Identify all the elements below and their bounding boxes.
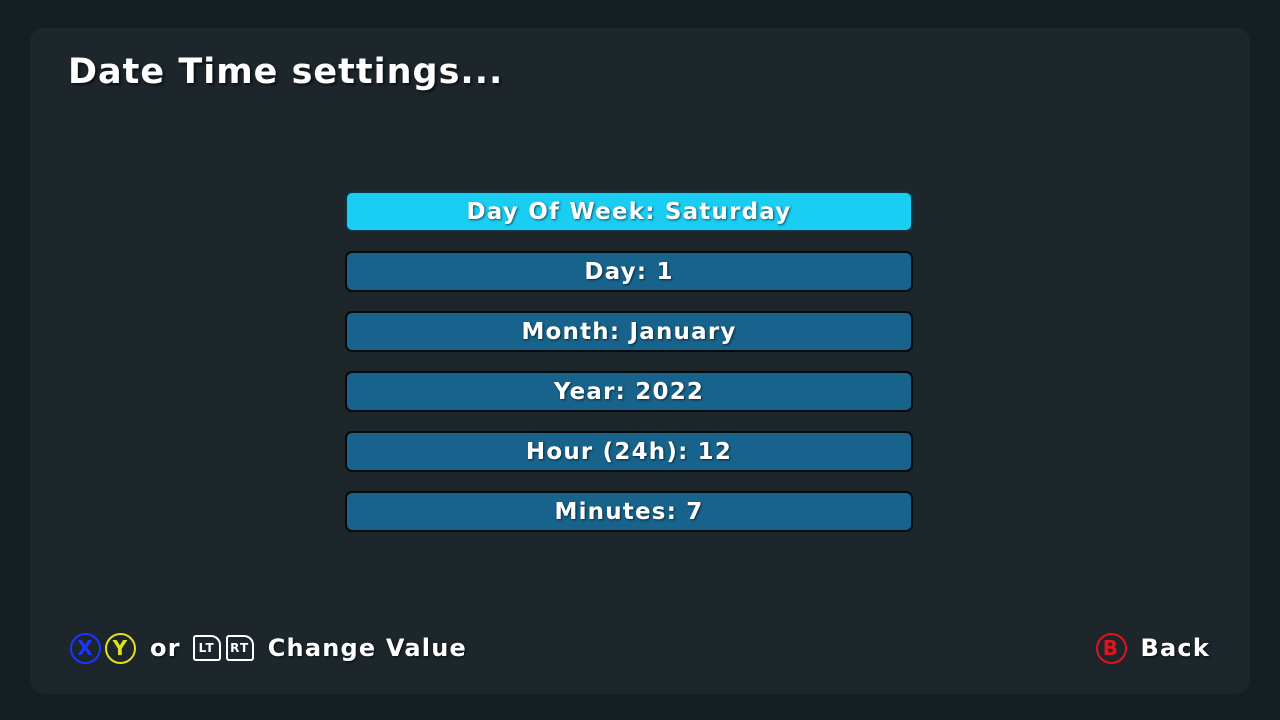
screen: Date Time settings... Day Of Week: Satur… — [0, 0, 1280, 720]
x-button-icon: X — [70, 632, 101, 664]
or-text: or — [150, 634, 181, 662]
menu-item-year[interactable]: Year: 2022 — [345, 371, 913, 412]
menu-item-day[interactable]: Day: 1 — [345, 251, 913, 292]
date-time-menu: Day Of Week: Saturday Day: 1 Month: Janu… — [345, 191, 913, 551]
menu-item-month[interactable]: Month: January — [345, 311, 913, 352]
rt-trigger-icon: RT — [225, 635, 254, 661]
page-title: Date Time settings... — [68, 52, 504, 92]
menu-item-day-of-week[interactable]: Day Of Week: Saturday — [345, 191, 913, 232]
change-value-label: Change Value — [267, 634, 467, 662]
y-button-icon: Y — [105, 632, 136, 664]
menu-item-hour[interactable]: Hour (24h): 12 — [345, 431, 913, 472]
back-hint[interactable]: B Back — [1095, 630, 1210, 666]
back-label: Back — [1140, 634, 1210, 662]
b-button-icon: B — [1095, 632, 1127, 664]
menu-item-minutes[interactable]: Minutes: 7 — [345, 491, 913, 532]
change-value-hint: X Y or LT RT Change Value — [70, 630, 467, 666]
lt-trigger-icon: LT — [192, 635, 221, 661]
